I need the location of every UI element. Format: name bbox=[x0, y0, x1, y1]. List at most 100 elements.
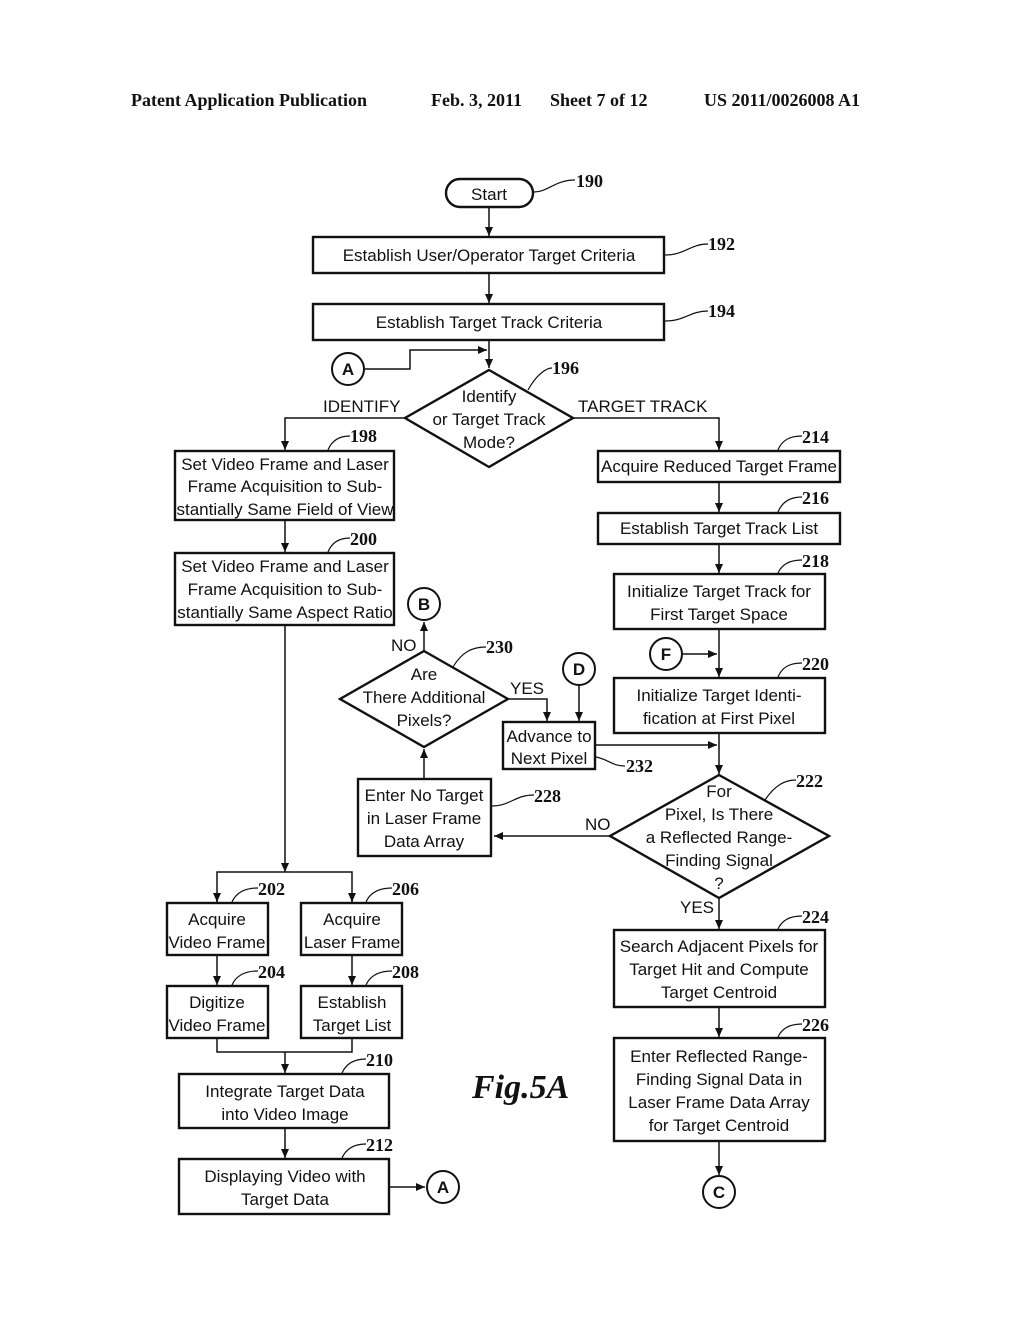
node-text: Digitize bbox=[189, 993, 245, 1012]
connector-f: F bbox=[649, 637, 683, 671]
node-220: Initialize Target Identi- fication at Fi… bbox=[612, 654, 829, 735]
ref-202: 202 bbox=[258, 879, 285, 899]
node-text: Laser Frame Data Array bbox=[628, 1093, 810, 1112]
leader-line bbox=[777, 435, 803, 451]
node-text: Establish Target Track Criteria bbox=[376, 313, 603, 332]
node-text: Search Adjacent Pixels for bbox=[620, 937, 819, 956]
leader-line bbox=[664, 310, 709, 322]
leader-line bbox=[231, 887, 259, 903]
leader-line bbox=[777, 662, 803, 678]
node-text: Target List bbox=[313, 1016, 392, 1035]
edge-label-yes-222: YES bbox=[680, 898, 714, 917]
node-text: Establish User/Operator Target Criteria bbox=[343, 246, 636, 265]
leader-line bbox=[452, 646, 487, 668]
connector-label: C bbox=[713, 1183, 725, 1202]
leader-line bbox=[664, 243, 709, 256]
node-text: into Video Image bbox=[221, 1105, 348, 1124]
connector-label: D bbox=[573, 660, 585, 679]
leader-line bbox=[533, 179, 576, 193]
node-194: Establish Target Track Criteria 194 bbox=[311, 301, 735, 342]
connector-a-bottom: A bbox=[426, 1170, 460, 1204]
node-text: Advance to bbox=[506, 727, 591, 746]
edge-196-214 bbox=[573, 417, 723, 450]
node-text: Initialize Target Track for bbox=[627, 582, 811, 601]
node-text: Establish bbox=[318, 993, 387, 1012]
node-text: Pixels? bbox=[397, 711, 452, 730]
node-text: Frame Acquisition to Sub- bbox=[188, 477, 383, 496]
ref-226: 226 bbox=[802, 1015, 829, 1035]
connector-b: B bbox=[407, 587, 441, 621]
leader-line bbox=[777, 915, 803, 930]
node-text: in Laser Frame bbox=[367, 809, 481, 828]
node-218: Initialize Target Track for First Target… bbox=[612, 551, 829, 631]
ref-224: 224 bbox=[802, 907, 829, 927]
node-text: Initialize Target Identi- bbox=[636, 686, 801, 705]
ref-190: 190 bbox=[576, 171, 603, 191]
node-text: ? bbox=[714, 874, 723, 893]
ref-206: 206 bbox=[392, 879, 419, 899]
ref-218: 218 bbox=[802, 551, 829, 571]
connector-c: C bbox=[702, 1175, 736, 1209]
node-224: Search Adjacent Pixels for Target Hit an… bbox=[612, 907, 829, 1009]
node-text: Set Video Frame and Laser bbox=[181, 557, 389, 576]
node-228: Enter No Target in Laser Frame Data Arra… bbox=[356, 777, 561, 858]
leader-line bbox=[527, 367, 553, 391]
node-text: Identify bbox=[462, 387, 517, 406]
ref-194: 194 bbox=[708, 301, 735, 321]
edge-merge bbox=[216, 1038, 353, 1053]
node-text: For bbox=[706, 782, 732, 801]
ref-230: 230 bbox=[486, 637, 513, 657]
leader-line bbox=[327, 537, 351, 553]
leader-line bbox=[231, 970, 259, 986]
node-text: There Additional bbox=[363, 688, 486, 707]
ref-196: 196 bbox=[552, 358, 579, 378]
node-192: Establish User/Operator Target Criteria … bbox=[311, 234, 735, 275]
edge-a-196 bbox=[365, 346, 487, 370]
edge-230-232 bbox=[508, 698, 551, 721]
node-206: Acquire Laser Frame 206 bbox=[299, 879, 419, 957]
leader-line bbox=[365, 970, 393, 986]
leader-line bbox=[365, 887, 393, 903]
edge-label-no-222: NO bbox=[585, 815, 611, 834]
connector-d: D bbox=[562, 652, 596, 686]
node-208: Establish Target List 208 bbox=[299, 962, 419, 1040]
connector-label: A bbox=[342, 360, 354, 379]
node-text: Target Data bbox=[241, 1190, 329, 1209]
node-text: a Reflected Range- bbox=[646, 828, 792, 847]
node-text: Finding Signal bbox=[665, 851, 773, 870]
node-212: Displaying Video with Target Data 212 bbox=[177, 1135, 393, 1216]
node-text: Acquire bbox=[323, 910, 381, 929]
connector-a-top: A bbox=[331, 352, 365, 386]
node-text: Displaying Video with bbox=[204, 1167, 365, 1186]
node-text: stantially Same Aspect Ratio bbox=[177, 603, 392, 622]
node-text: Finding Signal Data in bbox=[636, 1070, 802, 1089]
ref-228: 228 bbox=[534, 786, 561, 806]
ref-192: 192 bbox=[708, 234, 735, 254]
edge-196-198 bbox=[281, 417, 405, 450]
ref-210: 210 bbox=[366, 1050, 393, 1070]
edge-label-no-230: NO bbox=[391, 636, 417, 655]
node-204: Digitize Video Frame 204 bbox=[165, 962, 285, 1040]
ref-232: 232 bbox=[626, 756, 653, 776]
ref-208: 208 bbox=[392, 962, 419, 982]
leader-line bbox=[341, 1058, 367, 1074]
node-text: Frame Acquisition to Sub- bbox=[188, 580, 383, 599]
node-202: Acquire Video Frame 202 bbox=[165, 879, 285, 957]
leader-line bbox=[341, 1143, 367, 1159]
node-text: First Target Space bbox=[650, 605, 788, 624]
node-text: Target Hit and Compute bbox=[629, 960, 809, 979]
node-230-decision: Are There Additional Pixels? 230 bbox=[337, 637, 513, 749]
node-text: Target Centroid bbox=[661, 983, 777, 1002]
node-text: or Target Track bbox=[432, 410, 546, 429]
node-text: Acquire Reduced Target Frame bbox=[601, 457, 837, 476]
node-text: fication at First Pixel bbox=[643, 709, 795, 728]
ref-200: 200 bbox=[350, 529, 377, 549]
node-196-decision: Identify or Target Track Mode? 196 bbox=[402, 358, 579, 469]
node-text: Video Frame bbox=[168, 1016, 265, 1035]
node-210: Integrate Target Data into Video Image 2… bbox=[177, 1050, 393, 1130]
leader-line bbox=[764, 779, 797, 801]
ref-198: 198 bbox=[350, 426, 377, 446]
node-text: Data Array bbox=[384, 832, 465, 851]
connector-label: F bbox=[661, 645, 671, 664]
node-text: Establish Target Track List bbox=[620, 519, 818, 538]
